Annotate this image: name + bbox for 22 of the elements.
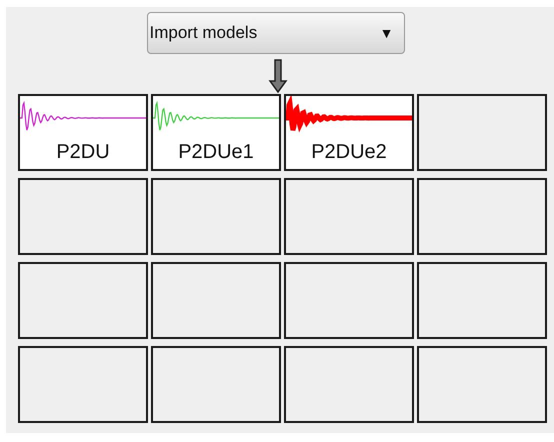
empty-tile[interactable]	[151, 178, 281, 255]
empty-tile[interactable]	[284, 262, 414, 339]
empty-tile[interactable]	[18, 178, 148, 255]
empty-tile[interactable]	[417, 94, 547, 171]
empty-tile[interactable]	[284, 346, 414, 423]
model-tile[interactable]: P2DU	[18, 94, 148, 171]
empty-tile[interactable]	[417, 262, 547, 339]
model-label: P2DUe1	[177, 140, 255, 164]
model-label: P2DUe2	[310, 140, 388, 164]
model-label: P2DU	[55, 140, 111, 164]
empty-tile[interactable]	[151, 346, 281, 423]
down-arrow-icon	[268, 59, 288, 93]
empty-tile[interactable]	[417, 346, 547, 423]
model-tile[interactable]: P2DUe2	[284, 94, 414, 171]
import-dropdown[interactable]: Import models ▼	[146, 12, 404, 54]
empty-tile[interactable]	[18, 262, 148, 339]
model-tile[interactable]: P2DUe1	[151, 94, 281, 171]
empty-tile[interactable]	[151, 262, 281, 339]
empty-tile[interactable]	[284, 178, 414, 255]
empty-tile[interactable]	[417, 178, 547, 255]
caret-icon: ▼	[380, 22, 394, 44]
empty-tile[interactable]	[18, 346, 148, 423]
